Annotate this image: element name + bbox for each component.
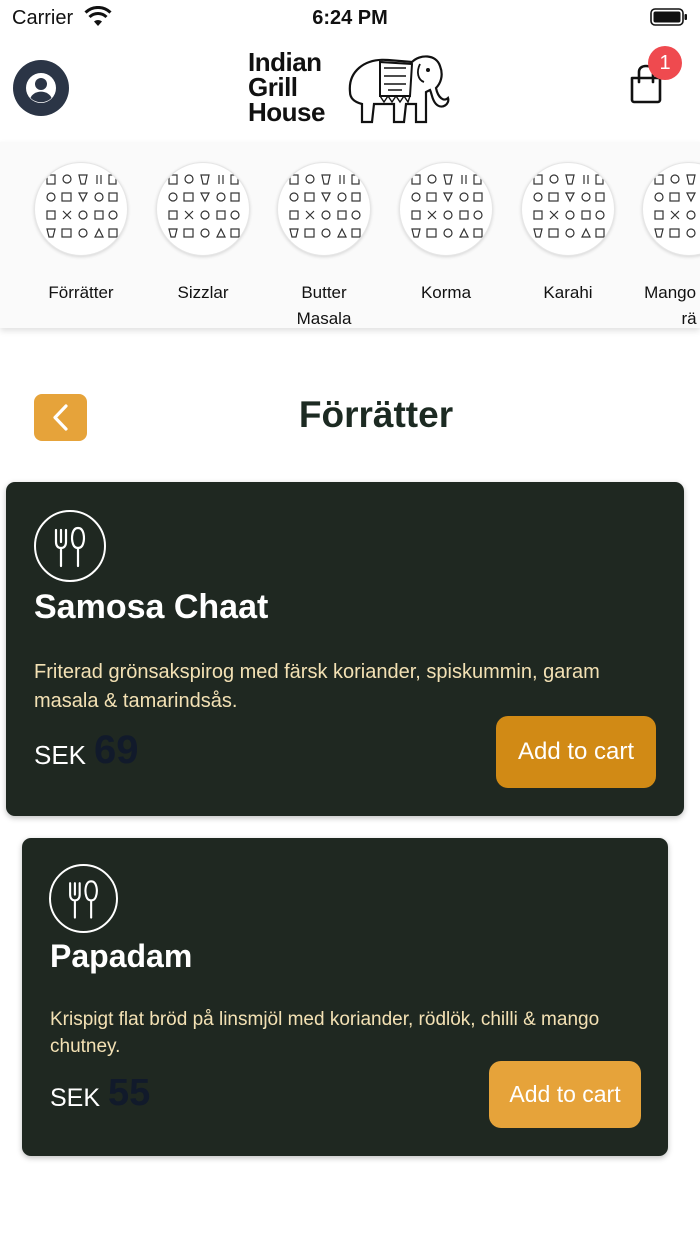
category-thumbnail [156,162,250,256]
currency-label: SEK [50,1084,101,1112]
cutlery-icon [69,880,98,919]
category-thumbnail [277,162,371,256]
category-label: Sizzlar [177,283,229,302]
category-label: Karahi [543,283,593,302]
menu-item-card: Samosa Chaat Friterad grönsakspirog med … [6,482,684,816]
menu-item-card: Papadam Krispigt flat bröd på linsmjöl m… [22,838,668,1156]
price-value: 69 [94,728,139,772]
food-pattern-icon [168,174,240,238]
cutlery-icon-badge [34,510,106,582]
category-item-mango-balti[interactable]: Mango Balti rä [628,162,700,328]
elephant-icon [348,55,450,124]
category-thumbnail [399,162,493,256]
dish-name: Samosa Chaat [34,588,269,626]
battery-icon [650,8,687,26]
category-label: Förrätter [48,283,114,302]
cutlery-icon [54,526,86,568]
category-carousel[interactable]: Förrätter Sizzlar Butter Masala Korma Ka… [0,142,700,328]
dish-description: Krispigt flat bröd på linsmjöl med koria… [50,1009,600,1057]
dish-name: Papadam [50,938,193,974]
app-header: Indian Grill House 1 [0,36,700,140]
category-item-sizzlar[interactable]: Sizzlar [142,162,264,306]
category-label: Butter Masala [296,283,352,328]
page-title: Förrätter [298,394,454,435]
cart-count-badge: 1 [648,46,682,80]
clock: 6:24 PM [312,7,388,29]
add-to-cart-button[interactable]: Add to cart [496,716,656,788]
food-pattern-icon [411,174,483,238]
user-icon [26,73,56,103]
currency-label: SEK [34,740,87,770]
category-label: Korma [420,283,472,302]
food-pattern-icon [533,174,605,238]
profile-button[interactable] [13,60,69,116]
category-item-butter-masala[interactable]: Butter Masala [264,162,384,328]
add-to-cart-button[interactable]: Add to cart [489,1061,641,1128]
category-item-forratter[interactable]: Förrätter [20,162,142,306]
cutlery-icon-badge [49,864,118,933]
category-item-korma[interactable]: Korma [385,162,507,306]
food-pattern-icon [46,174,118,238]
brand-logo: Indian Grill House [248,48,454,128]
category-item-karahi[interactable]: Karahi [507,162,629,306]
category-label: Mango Balti rä [644,283,700,328]
status-bar: Carrier 6:24 PM [0,0,700,36]
category-thumbnail [642,162,700,256]
category-thumbnail [34,162,128,256]
category-thumbnail [521,162,615,256]
dish-description: Friterad grönsakspirog med färsk koriand… [34,661,600,712]
food-pattern-icon [289,174,361,238]
logo-line-3: House [248,97,325,127]
price-value: 55 [108,1072,151,1114]
food-pattern-icon [654,174,696,238]
